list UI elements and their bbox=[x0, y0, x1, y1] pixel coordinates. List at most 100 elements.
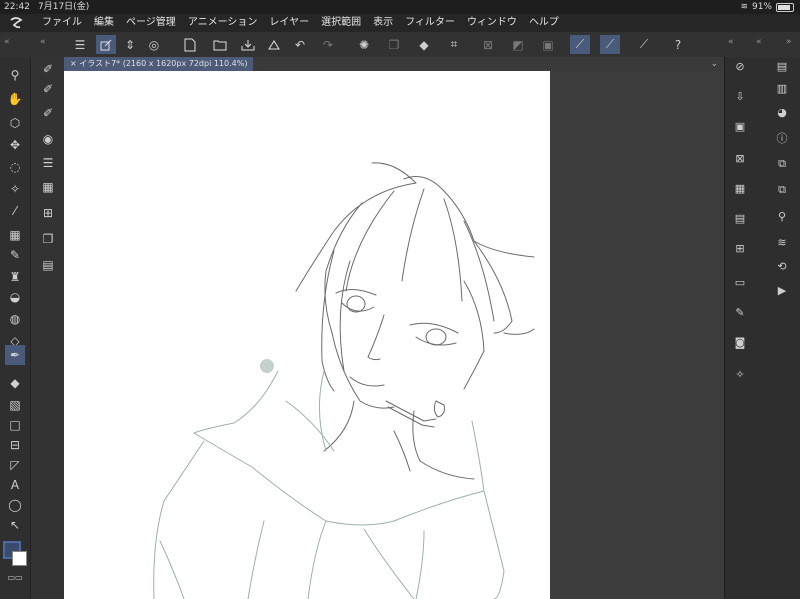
menu-layer[interactable]: レイヤー bbox=[269, 14, 309, 32]
ruler-snap-icon[interactable]: ⟋ bbox=[570, 35, 590, 54]
import-icon[interactable]: ⇩ bbox=[731, 87, 749, 105]
selection-fill-icon[interactable]: ◩ bbox=[508, 35, 528, 54]
chevron-updown-icon[interactable]: ⇕ bbox=[120, 35, 140, 54]
operation-icon[interactable]: ⬡ bbox=[5, 113, 25, 133]
zoom-icon[interactable]: ⚲ bbox=[5, 65, 25, 85]
collapse-right2-icon[interactable]: « bbox=[756, 37, 762, 47]
menu-bar: ファイル 編集 ページ管理 アニメーション レイヤー 選択範囲 表示 フィルター… bbox=[0, 14, 800, 32]
sub-tool-film-icon[interactable]: ▤ bbox=[38, 255, 58, 275]
sub-tool-arrange-icon[interactable]: ⊞ bbox=[38, 203, 58, 223]
color-mode-icon[interactable]: ▭▭ bbox=[5, 567, 25, 587]
pencil-icon[interactable]: ✎ bbox=[5, 245, 25, 265]
folder-icon[interactable]: ▭ bbox=[731, 273, 749, 291]
sub-color-swatch[interactable] bbox=[12, 551, 27, 566]
expand-right-icon[interactable]: » bbox=[786, 37, 792, 47]
menu-file[interactable]: ファイル bbox=[42, 14, 82, 32]
help-icon[interactable]: ? bbox=[668, 35, 688, 54]
hand-icon[interactable]: ✋ bbox=[5, 89, 25, 109]
brush-snap-icon[interactable]: ⟋ bbox=[600, 35, 620, 54]
app-logo-icon[interactable] bbox=[8, 16, 24, 30]
menu-help[interactable]: ヘルプ bbox=[529, 14, 559, 32]
menu-edit[interactable]: 編集 bbox=[94, 14, 114, 32]
text-icon[interactable]: A bbox=[5, 475, 25, 495]
collapse-left-icon[interactable]: « bbox=[4, 37, 10, 47]
selection-border-icon[interactable]: ▣ bbox=[538, 35, 558, 54]
vector-pen-icon[interactable]: ✒ bbox=[5, 345, 25, 365]
sub-tool-list-icon[interactable]: ☰ bbox=[38, 153, 58, 173]
sub-tool-pen-add-icon[interactable]: ✐ bbox=[38, 79, 58, 99]
sub-tool-copy-icon[interactable]: ❐ bbox=[38, 229, 58, 249]
balloon-icon[interactable]: ◯ bbox=[5, 495, 25, 515]
search-icon[interactable]: ⚲ bbox=[773, 207, 791, 225]
eyedropper-icon[interactable]: ⁄ bbox=[5, 201, 25, 221]
menu-icon[interactable]: ☰ bbox=[70, 35, 90, 54]
battery-percent: 91% bbox=[751, 2, 772, 12]
info-icon[interactable]: ⓘ bbox=[773, 129, 791, 147]
document-tab[interactable]: × イラスト7* (2160 x 1620px 72dpi 110.4%) bbox=[64, 57, 254, 71]
timeline-icon[interactable]: ▶ bbox=[773, 281, 791, 299]
chevron-down-icon[interactable]: ⌄ bbox=[710, 57, 718, 71]
frame-icon[interactable]: ⊟ bbox=[5, 435, 25, 455]
loading-icon[interactable]: ✺ bbox=[354, 35, 374, 54]
collapse-left2-icon[interactable]: « bbox=[40, 37, 46, 47]
layer-property-icon[interactable]: ▦ bbox=[731, 179, 749, 197]
canvas[interactable] bbox=[64, 71, 550, 599]
layer-stack-icon[interactable]: ⧉ bbox=[773, 155, 791, 173]
undo-icon[interactable]: ↶ bbox=[290, 35, 310, 54]
copy-icon[interactable]: ❐ bbox=[384, 35, 404, 54]
layer-mix-icon[interactable]: ⊞ bbox=[731, 239, 749, 257]
airbrush-icon[interactable]: ◒ bbox=[5, 287, 25, 307]
menu-filter[interactable]: フィルター bbox=[405, 14, 455, 32]
loop-icon[interactable]: ⟲ bbox=[773, 257, 791, 275]
new-file-icon[interactable] bbox=[180, 35, 200, 54]
pen-icon[interactable]: ▦ bbox=[5, 225, 25, 245]
sync-icon[interactable]: ◎ bbox=[144, 35, 164, 54]
modify-mode-icon[interactable] bbox=[96, 35, 116, 54]
camera-icon[interactable]: ◙ bbox=[731, 333, 749, 351]
open-file-icon[interactable] bbox=[210, 35, 230, 54]
menu-view[interactable]: 表示 bbox=[373, 14, 393, 32]
save-icon[interactable] bbox=[238, 35, 258, 54]
workspace bbox=[64, 71, 724, 599]
tab-close-icon[interactable]: × bbox=[70, 59, 77, 68]
redo-icon[interactable]: ↷ bbox=[318, 35, 338, 54]
right-panel: ⊘ ⇩ ▣ ⊠ ▦ ▤ ⊞ ▭ ✎ ◙ ✧ ▤ ▥ ◕ ⓘ ⧉ ⧉ ⚲ ≋ ⟲ … bbox=[724, 57, 800, 599]
menu-animation[interactable]: アニメーション bbox=[188, 14, 258, 32]
fill-icon[interactable]: ◆ bbox=[414, 35, 434, 54]
layer-down-icon[interactable]: ⧉ bbox=[773, 181, 791, 199]
save-panel-icon[interactable]: ▥ bbox=[773, 79, 791, 97]
menu-selection[interactable]: 選択範囲 bbox=[321, 14, 361, 32]
menu-page[interactable]: ページ管理 bbox=[126, 14, 176, 32]
ruler-icon[interactable]: ◸ bbox=[5, 455, 25, 475]
navigator-icon[interactable]: ⊘ bbox=[731, 57, 749, 75]
fill-bucket-icon[interactable]: ◆ bbox=[5, 373, 25, 393]
lasso-icon[interactable]: ◌ bbox=[5, 157, 25, 177]
history-icon[interactable]: ◕ bbox=[773, 103, 791, 121]
edit-icon[interactable]: ✎ bbox=[731, 303, 749, 321]
document-icon[interactable]: ▤ bbox=[773, 57, 791, 75]
close-panel-icon[interactable]: ⊠ bbox=[731, 149, 749, 167]
collapse-right-icon[interactable]: « bbox=[728, 37, 734, 47]
sub-tool-grid-icon[interactable]: ▦ bbox=[38, 177, 58, 197]
move-icon[interactable]: ✥ bbox=[5, 135, 25, 155]
gradient-icon[interactable]: ▧ bbox=[5, 395, 25, 415]
correct-line-icon[interactable]: ↖ bbox=[5, 515, 25, 535]
sub-tool-target-icon[interactable]: ◉ bbox=[38, 129, 58, 149]
sub-tool-pen-gear-icon[interactable]: ✐ bbox=[38, 103, 58, 123]
date: 7月17日(金) bbox=[38, 2, 90, 12]
brush-icon[interactable]: ♜ bbox=[5, 267, 25, 287]
menu-window[interactable]: ウィンドウ bbox=[467, 14, 517, 32]
clear-selection-icon[interactable]: ⊠ bbox=[478, 35, 498, 54]
transform-icon[interactable]: ⌗ bbox=[444, 35, 464, 54]
figure-icon[interactable]: ✧ bbox=[731, 365, 749, 383]
blend-icon[interactable]: ◍ bbox=[5, 309, 25, 329]
sub-tool-strip: ✐ ✐ ✐ ◉ ☰ ▦ ⊞ ❐ ▤ bbox=[30, 57, 65, 599]
guide-snap-icon[interactable]: ⟋ bbox=[634, 35, 654, 54]
layer-list-icon[interactable]: ▤ bbox=[731, 209, 749, 227]
material-icon[interactable]: ▣ bbox=[731, 117, 749, 135]
layers-icon[interactable]: ≋ bbox=[773, 233, 791, 251]
shape-icon[interactable]: □ bbox=[5, 415, 25, 435]
export-icon[interactable] bbox=[264, 35, 284, 54]
sub-tool-pen-icon[interactable]: ✐ bbox=[38, 59, 58, 79]
magic-wand-icon[interactable]: ✧ bbox=[5, 179, 25, 199]
